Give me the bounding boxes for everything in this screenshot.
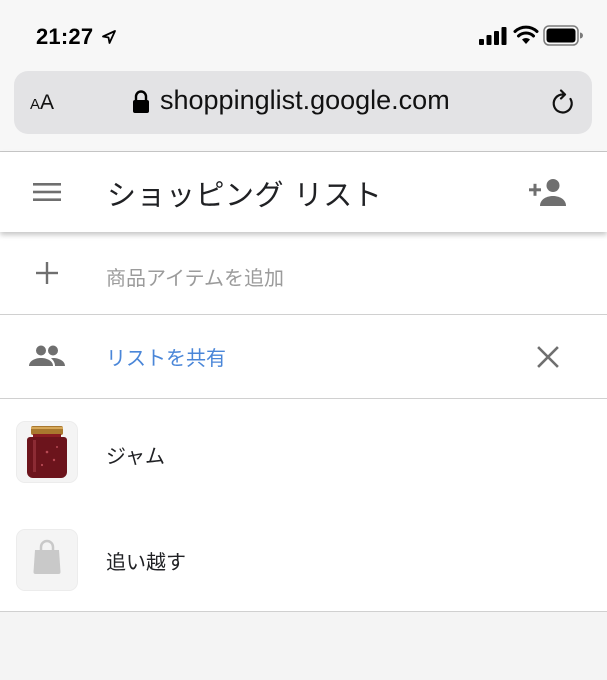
location-arrow-icon: [102, 30, 116, 44]
signal-icon: [479, 27, 507, 45]
app-content: ショッピング リスト 商品アイテムを追加 リストを共有 ジャム 追い越す: [0, 152, 607, 612]
item-thumbnail: [17, 530, 77, 590]
share-list-link[interactable]: リストを共有: [106, 342, 226, 371]
screen: 21:27 AA shoppinglist.google.com ショッピング …: [0, 0, 607, 680]
plus-icon: [36, 262, 58, 284]
menu-icon[interactable]: [30, 178, 64, 206]
group-icon: [29, 345, 65, 366]
app-header: ショッピング リスト: [0, 152, 607, 232]
shopping-bag-icon: [17, 530, 77, 590]
battery-icon: [543, 25, 583, 46]
url-text[interactable]: shoppinglist.google.com: [160, 85, 450, 116]
bottom-area: [0, 612, 607, 680]
address-bar[interactable]: AA shoppinglist.google.com: [14, 71, 592, 134]
status-bar: 21:27: [0, 0, 607, 70]
jam-jar-image: [17, 422, 77, 482]
reload-icon[interactable]: [550, 89, 576, 117]
share-list-row: リストを共有: [0, 316, 607, 399]
wifi-icon: [513, 25, 539, 44]
list-item[interactable]: 追い越す: [0, 504, 607, 612]
status-time: 21:27: [36, 24, 94, 49]
page-title: ショッピング リスト: [107, 178, 383, 212]
text-size-button[interactable]: AA: [30, 91, 54, 115]
add-item-row[interactable]: 商品アイテムを追加: [0, 232, 607, 315]
close-icon[interactable]: [536, 345, 560, 369]
item-label: 追い越す: [106, 550, 186, 574]
item-thumbnail: [17, 422, 77, 482]
item-label: ジャム: [106, 444, 165, 468]
add-item-input[interactable]: 商品アイテムを追加: [106, 262, 284, 291]
list-item[interactable]: ジャム: [0, 400, 607, 504]
lock-icon: [133, 90, 149, 113]
add-person-icon[interactable]: [528, 176, 568, 208]
